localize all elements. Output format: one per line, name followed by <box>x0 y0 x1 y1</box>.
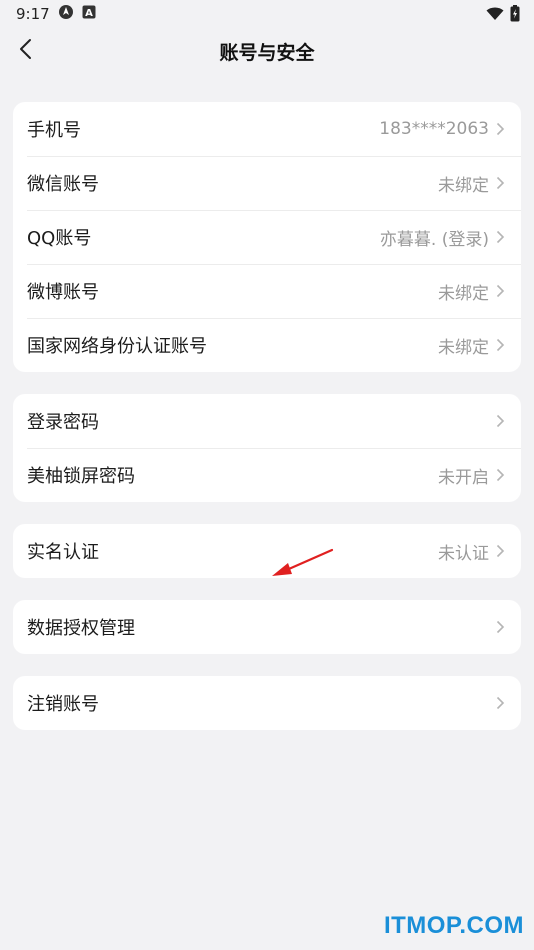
annotation-arrow-icon <box>268 545 338 583</box>
row-value: 亦暮暮. (登录) <box>379 229 489 250</box>
data-authorization-group: 数据授权管理 <box>13 600 521 654</box>
back-button[interactable] <box>10 34 40 68</box>
nav-bar: 账号与安全 <box>0 28 534 74</box>
chevron-right-icon <box>493 337 507 353</box>
verification-group: 实名认证 未认证 <box>13 524 521 578</box>
row-value: 183****2063 <box>379 119 489 139</box>
chevron-right-icon <box>493 229 507 245</box>
status-time: 9:17 <box>16 5 50 23</box>
row-label: 手机号 <box>27 120 81 141</box>
chevron-right-icon <box>493 121 507 137</box>
phone-row[interactable]: 手机号 183****2063 <box>13 102 521 156</box>
login-password-row[interactable]: 登录密码 <box>13 394 521 448</box>
battery-charging-icon <box>510 5 520 26</box>
wechat-row[interactable]: 微信账号 未绑定 <box>13 156 521 210</box>
row-label: 注销账号 <box>27 694 99 715</box>
chevron-right-icon <box>493 543 507 559</box>
row-label: 美柚锁屏密码 <box>27 466 135 487</box>
cancel-account-row[interactable]: 注销账号 <box>13 676 521 730</box>
lock-screen-password-row[interactable]: 美柚锁屏密码 未开启 <box>13 448 521 502</box>
account-binding-group: 手机号 183****2063 微信账号 未绑定 QQ账号 亦暮暮. (登录) … <box>13 102 521 372</box>
chevron-right-icon <box>493 283 507 299</box>
row-value: 未开启 <box>438 467 489 488</box>
watermark: ITMOP.COM <box>383 912 524 939</box>
row-label: 国家网络身份认证账号 <box>27 336 207 357</box>
weibo-row[interactable]: 微博账号 未绑定 <box>13 264 521 318</box>
chevron-right-icon <box>493 413 507 429</box>
page-title: 账号与安全 <box>219 41 315 64</box>
password-group: 登录密码 美柚锁屏密码 未开启 <box>13 394 521 502</box>
chevron-right-icon <box>493 695 507 711</box>
cancel-account-group: 注销账号 <box>13 676 521 730</box>
row-label: 登录密码 <box>27 412 99 433</box>
data-authorization-row[interactable]: 数据授权管理 <box>13 600 521 654</box>
real-name-row[interactable]: 实名认证 未认证 <box>13 524 521 578</box>
wifi-icon <box>486 7 504 25</box>
row-label: 微信账号 <box>27 174 99 195</box>
row-value: 未绑定 <box>438 175 489 196</box>
chevron-left-icon <box>18 38 32 64</box>
location-icon <box>58 4 74 24</box>
font-a-icon: A <box>82 5 96 23</box>
row-label: 数据授权管理 <box>27 618 135 639</box>
chevron-right-icon <box>493 175 507 191</box>
chevron-right-icon <box>493 467 507 483</box>
row-value: 未认证 <box>438 543 489 564</box>
qq-row[interactable]: QQ账号 亦暮暮. (登录) <box>13 210 521 264</box>
chevron-right-icon <box>493 619 507 635</box>
status-bar: 9:17 A <box>0 0 534 28</box>
svg-text:A: A <box>85 8 93 19</box>
row-label: 微博账号 <box>27 282 99 303</box>
row-label: QQ账号 <box>27 228 92 249</box>
row-value: 未绑定 <box>438 337 489 358</box>
national-id-row[interactable]: 国家网络身份认证账号 未绑定 <box>13 318 521 372</box>
row-label: 实名认证 <box>27 542 99 563</box>
row-value: 未绑定 <box>438 283 489 304</box>
